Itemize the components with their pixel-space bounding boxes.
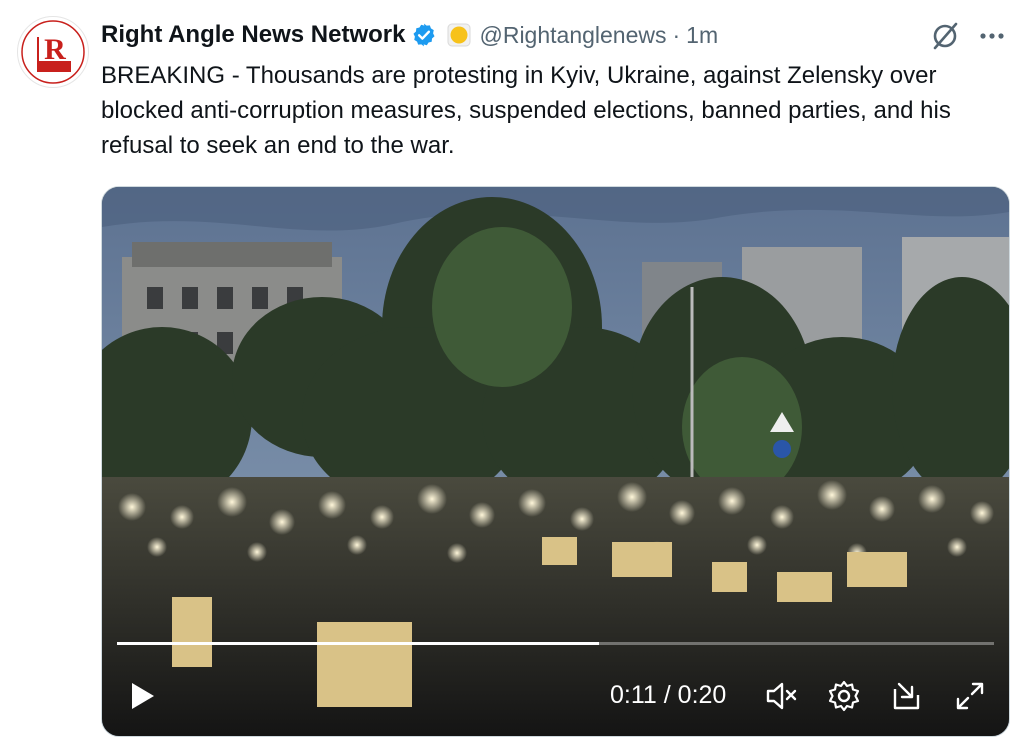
video-time: 0:11 / 0:20 [610, 681, 726, 710]
yellow-circle-emoji-icon [447, 23, 471, 47]
tweet-header: Right Angle News Network @Rightanglenews… [101, 18, 718, 52]
author-name[interactable]: Right Angle News Network [101, 21, 405, 49]
timestamp[interactable]: 1m [686, 22, 718, 49]
time-separator: / [663, 681, 671, 709]
more-icon[interactable] [976, 22, 1008, 50]
author-avatar[interactable]: R [17, 16, 89, 88]
author-handle[interactable]: @Rightanglenews [479, 22, 666, 49]
duration: 0:20 [677, 681, 727, 709]
verified-badge-icon [413, 23, 435, 47]
settings-icon[interactable] [827, 679, 861, 713]
progress-bar[interactable] [117, 642, 994, 645]
fullscreen-icon[interactable] [953, 679, 987, 713]
pop-out-icon[interactable] [890, 679, 924, 713]
progress-fill [117, 642, 600, 645]
play-icon[interactable] [124, 679, 158, 713]
separator-dot: · [672, 21, 681, 48]
tweet-text: BREAKING - Thousands are protesting in K… [101, 62, 951, 159]
video-player[interactable]: 0:11 / 0:20 [101, 186, 1010, 737]
current-time: 0:11 [610, 681, 657, 709]
rightangle-logo-icon: R [19, 18, 87, 86]
grok-icon[interactable] [929, 20, 961, 52]
mute-icon[interactable] [764, 679, 798, 713]
video-frame [102, 187, 1009, 736]
